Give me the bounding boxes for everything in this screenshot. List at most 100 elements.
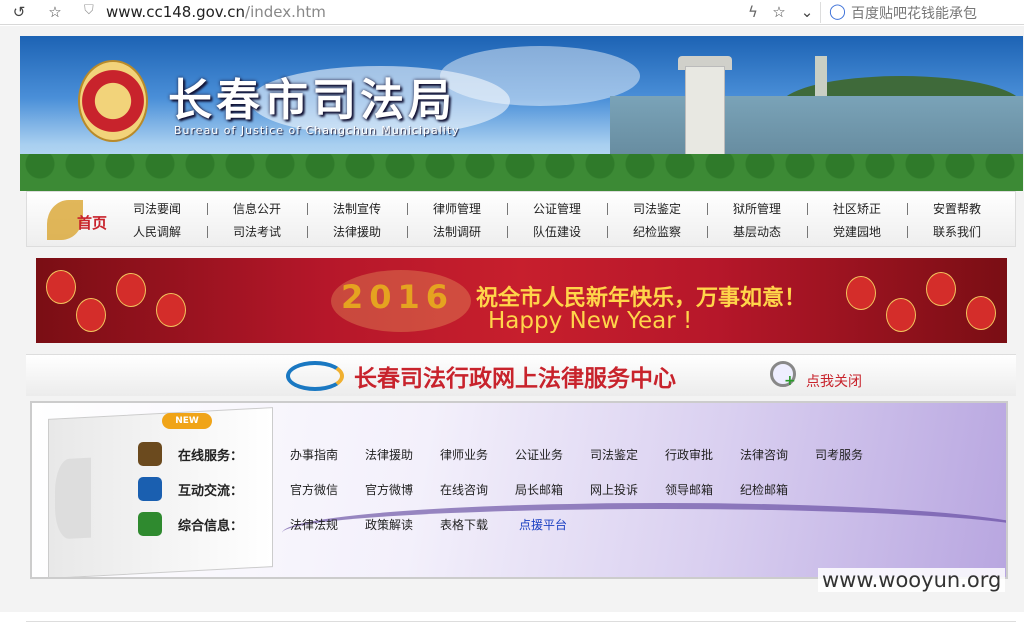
lightning-icon[interactable]: ϟ xyxy=(742,2,764,22)
nav-item-row2-6[interactable]: 基层动态 xyxy=(715,223,799,240)
service-center-title: 长春司法行政网上法律服务中心 xyxy=(354,365,676,392)
nav-separator xyxy=(707,203,708,215)
lantern-icon xyxy=(926,272,956,306)
banner-happy-new-year: Happy New Year ! xyxy=(488,308,693,334)
nav-item-row1-4[interactable]: 公证管理 xyxy=(515,200,599,217)
close-service-link[interactable]: 点我关闭 xyxy=(806,371,862,391)
panel-row-label: 在线服务： xyxy=(178,449,244,464)
new-badge: NEW xyxy=(162,413,212,429)
nav-item-row2-4[interactable]: 队伍建设 xyxy=(515,223,599,240)
briefcase-icon xyxy=(138,442,162,466)
nav-item-row2-7[interactable]: 党建园地 xyxy=(815,223,899,240)
pagoda-image xyxy=(815,56,827,96)
home-link[interactable]: 首页 xyxy=(47,198,117,242)
back-icon[interactable]: ↺ xyxy=(8,2,30,22)
nav-item-row1-1[interactable]: 信息公开 xyxy=(215,200,299,217)
tree-line xyxy=(20,154,1023,191)
nav-separator xyxy=(507,203,508,215)
panel-link[interactable]: 局长邮箱 xyxy=(515,481,563,498)
panel-row-label: 互动交流： xyxy=(178,484,244,499)
panel-link[interactable]: 司法鉴定 xyxy=(590,446,638,463)
lantern-icon xyxy=(966,296,996,330)
panel-row-label: 综合信息： xyxy=(178,519,244,534)
nav-item-row2-8[interactable]: 联系我们 xyxy=(915,223,999,240)
nav-separator xyxy=(307,203,308,215)
year-text: 2016 xyxy=(341,278,455,316)
page: 长春市司法局 Bureau of Justice of Changchun Mu… xyxy=(0,26,1024,638)
service-logo-icon xyxy=(286,361,344,391)
panel-link[interactable]: 领导邮箱 xyxy=(665,481,713,498)
panel-link[interactable]: 官方微博 xyxy=(365,481,413,498)
panel-link[interactable]: 法律援助 xyxy=(365,446,413,463)
panel-link[interactable]: 律师业务 xyxy=(440,446,488,463)
chevron-down-icon[interactable]: ⌄ xyxy=(796,2,818,22)
site-subtitle: Bureau of Justice of Changchun Municipal… xyxy=(174,124,460,137)
site-title: 长春市司法局 xyxy=(168,75,456,126)
lantern-icon xyxy=(76,298,106,332)
panel-link[interactable]: 网上投诉 xyxy=(590,481,638,498)
nav-separator xyxy=(707,226,708,238)
panel-link[interactable]: 公证业务 xyxy=(515,446,563,463)
panel-link[interactable]: 表格下载 xyxy=(440,516,488,533)
panel-link[interactable]: 法律咨询 xyxy=(740,446,788,463)
page-curl xyxy=(55,457,91,540)
url-text[interactable]: www.cc148.gov.cn/index.htm xyxy=(106,3,326,21)
nav-item-row2-1[interactable]: 司法考试 xyxy=(215,223,299,240)
nav-separator xyxy=(207,203,208,215)
star-icon[interactable]: ☆ xyxy=(44,2,66,22)
browser-toolbar: ↺ ☆ ⛉ www.cc148.gov.cn/index.htm ϟ ☆ ⌄ ◯… xyxy=(0,0,1024,25)
nav-separator xyxy=(807,226,808,238)
search-icon: ◯ xyxy=(829,2,846,20)
nav-item-row2-5[interactable]: 纪检监察 xyxy=(615,223,699,240)
bookmark-star-icon[interactable]: ☆ xyxy=(768,2,790,22)
panel-link[interactable]: 司考服务 xyxy=(815,446,863,463)
home-label: 首页 xyxy=(77,214,108,232)
panel-link[interactable]: 官方微信 xyxy=(290,481,338,498)
lantern-icon xyxy=(116,273,146,307)
nav-item-row1-8[interactable]: 安置帮教 xyxy=(915,200,999,217)
main-nav: 首页 司法要闻 信息公开 法制宣传 律师管理 公证管理 司法鉴定 狱所管理 社区矫正 安置帮教人… xyxy=(26,191,1016,247)
panel-link[interactable]: 纪检邮箱 xyxy=(740,481,788,498)
nav-item-row1-3[interactable]: 律师管理 xyxy=(415,200,499,217)
nav-item-row1-5[interactable]: 司法鉴定 xyxy=(615,200,699,217)
lantern-icon xyxy=(46,270,76,304)
lantern-icon xyxy=(846,276,876,310)
panel-link[interactable]: 点援平台 xyxy=(519,516,567,533)
site-header: 长春市司法局 Bureau of Justice of Changchun Mu… xyxy=(20,36,1023,191)
panel-link[interactable]: 法律法规 xyxy=(290,516,338,533)
headset-icon xyxy=(138,512,162,536)
decorative-wave xyxy=(282,503,1006,563)
lantern-icon xyxy=(156,293,186,327)
nav-item-row1-2[interactable]: 法制宣传 xyxy=(315,200,399,217)
nav-separator xyxy=(407,226,408,238)
nav-item-row1-6[interactable]: 狱所管理 xyxy=(715,200,799,217)
new-year-banner: 2016 祝全市人民新年快乐，万事如意！ Happy New Year ! xyxy=(36,258,1007,343)
nav-separator xyxy=(607,203,608,215)
panel-link[interactable]: 政策解读 xyxy=(365,516,413,533)
nav-separator xyxy=(407,203,408,215)
nav-separator xyxy=(307,226,308,238)
service-panel: NEW 在线服务： 办事指南 法律援助 律师业务 公证业务 司法鉴定 行政审批 法律咨询 司考服… xyxy=(30,401,1008,579)
panel-link[interactable]: 办事指南 xyxy=(290,446,338,463)
nav-separator xyxy=(507,226,508,238)
lantern-icon xyxy=(886,298,916,332)
nav-separator xyxy=(907,226,908,238)
service-center-bar: 长春司法行政网上法律服务中心 + 点我关闭 xyxy=(26,354,1016,396)
tower-image xyxy=(685,66,725,161)
nav-item-row2-0[interactable]: 人民调解 xyxy=(115,223,199,240)
search-input[interactable]: ◯ 百度贴吧花钱能承包 xyxy=(820,2,1020,23)
globe-icon xyxy=(138,477,162,501)
footer-strip xyxy=(26,621,1016,638)
nav-separator xyxy=(907,203,908,215)
nav-item-row1-7[interactable]: 社区矫正 xyxy=(815,200,899,217)
address-bar[interactable]: ⛉ www.cc148.gov.cn/index.htm xyxy=(80,2,740,23)
panel-link[interactable]: 行政审批 xyxy=(665,446,713,463)
nav-separator xyxy=(807,203,808,215)
nav-item-row1-0[interactable]: 司法要闻 xyxy=(115,200,199,217)
nav-separator xyxy=(207,226,208,238)
emblem-icon xyxy=(78,60,148,142)
watermark: www.wooyun.org xyxy=(818,568,1006,592)
nav-item-row2-2[interactable]: 法律援助 xyxy=(315,223,399,240)
panel-link[interactable]: 在线咨询 xyxy=(440,481,488,498)
nav-item-row2-3[interactable]: 法制调研 xyxy=(415,223,499,240)
